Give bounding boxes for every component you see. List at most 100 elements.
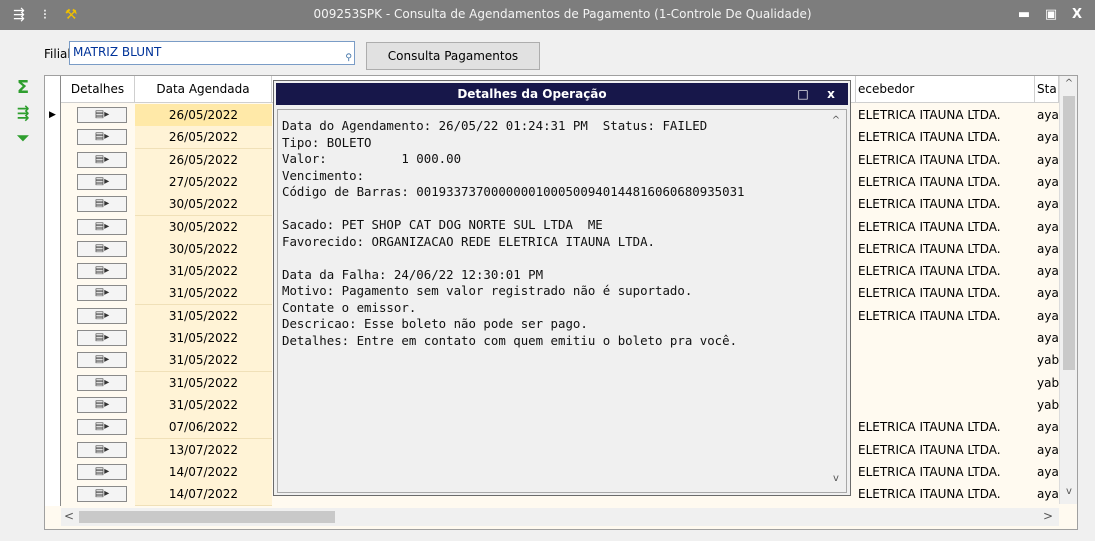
recebedor-cell[interactable]: ELETRICA ITAUNA LTDA. bbox=[856, 260, 1024, 283]
date-cell[interactable]: 30/05/2022 bbox=[135, 215, 272, 239]
header-detalhes[interactable]: Detalhes bbox=[61, 76, 135, 103]
vertical-scrollbar[interactable]: ^ v bbox=[1059, 76, 1077, 504]
detail-button[interactable]: ▤▸ bbox=[77, 463, 127, 480]
export-icon[interactable]: ⇶ bbox=[10, 6, 28, 24]
scroll-up-arrow[interactable]: ^ bbox=[1060, 78, 1077, 89]
date-cell[interactable]: 13/07/2022 bbox=[135, 438, 272, 462]
date-cell[interactable]: 26/05/2022 bbox=[135, 126, 272, 150]
date-cell[interactable]: 31/05/2022 bbox=[135, 349, 272, 373]
recebedor-cell[interactable] bbox=[856, 349, 1024, 372]
status-cell[interactable]: aya bbox=[1035, 461, 1059, 484]
detail-button[interactable]: ▤▸ bbox=[77, 396, 127, 413]
detail-button[interactable]: ▤▸ bbox=[77, 374, 127, 391]
recebedor-cell[interactable] bbox=[856, 372, 1024, 395]
recebedor-cell[interactable]: ELETRICA ITAUNA LTDA. bbox=[856, 171, 1024, 194]
detail-button[interactable]: ▤▸ bbox=[77, 441, 127, 458]
status-cell[interactable]: aya bbox=[1035, 216, 1059, 239]
dialog-scrollbar[interactable]: ^ v bbox=[827, 111, 845, 491]
status-cell[interactable]: aya bbox=[1035, 126, 1059, 149]
traffic-light-icon[interactable]: ⁝ bbox=[36, 6, 54, 24]
status-cell[interactable]: aya bbox=[1035, 149, 1059, 172]
recebedor-cell[interactable]: ELETRICA ITAUNA LTDA. bbox=[856, 282, 1024, 305]
recebedor-cell[interactable]: ELETRICA ITAUNA LTDA. bbox=[856, 216, 1024, 239]
header-status[interactable]: Sta bbox=[1035, 76, 1059, 103]
detail-button[interactable]: ▤▸ bbox=[77, 352, 127, 369]
status-cell[interactable]: aya bbox=[1035, 260, 1059, 283]
detail-button[interactable]: ▤▸ bbox=[77, 129, 127, 146]
status-cell[interactable]: aya bbox=[1035, 104, 1059, 127]
maximize-button[interactable]: ▣ bbox=[1040, 7, 1062, 23]
detail-button[interactable]: ▤▸ bbox=[77, 173, 127, 190]
date-cell[interactable]: 26/05/2022 bbox=[135, 104, 272, 127]
status-cell[interactable]: aya bbox=[1035, 439, 1059, 462]
recebedor-cell[interactable]: ELETRICA ITAUNA LTDA. bbox=[856, 126, 1024, 149]
recebedor-cell[interactable]: ELETRICA ITAUNA LTDA. bbox=[856, 149, 1024, 172]
date-cell[interactable]: 30/05/2022 bbox=[135, 193, 272, 217]
detail-button[interactable]: ▤▸ bbox=[77, 240, 127, 257]
status-cell[interactable]: aya bbox=[1035, 305, 1059, 328]
detail-button[interactable]: ▤▸ bbox=[77, 196, 127, 213]
status-cell[interactable]: yab bbox=[1035, 394, 1059, 417]
filter-down-icon[interactable]: ⏷ bbox=[12, 128, 34, 148]
recebedor-cell[interactable]: ELETRICA ITAUNA LTDA. bbox=[856, 461, 1024, 484]
detail-button[interactable]: ▤▸ bbox=[77, 218, 127, 235]
date-cell[interactable]: 31/05/2022 bbox=[135, 260, 272, 284]
recebedor-cell[interactable]: ELETRICA ITAUNA LTDA. bbox=[856, 483, 1024, 506]
status-cell[interactable]: aya bbox=[1035, 238, 1059, 261]
status-cell[interactable]: aya bbox=[1035, 171, 1059, 194]
date-cell[interactable]: 27/05/2022 bbox=[135, 170, 272, 194]
detail-button[interactable]: ▤▸ bbox=[77, 486, 127, 503]
detail-button[interactable]: ▤▸ bbox=[77, 330, 127, 346]
date-cell[interactable]: 31/05/2022 bbox=[135, 371, 272, 395]
date-cell[interactable]: 30/05/2022 bbox=[135, 237, 272, 261]
dialog-maximize-button[interactable]: □ bbox=[794, 86, 812, 102]
recebedor-cell[interactable]: ELETRICA ITAUNA LTDA. bbox=[856, 439, 1024, 462]
wrench-icon[interactable]: ⚒ bbox=[62, 6, 80, 24]
dialog-scroll-up[interactable]: ^ bbox=[827, 115, 845, 126]
detail-button[interactable]: ▤▸ bbox=[77, 307, 127, 324]
date-cell[interactable]: 14/07/2022 bbox=[135, 460, 272, 484]
detail-button[interactable]: ▤▸ bbox=[77, 285, 127, 302]
minimize-button[interactable]: ▬ bbox=[1013, 7, 1035, 23]
detail-button[interactable]: ▤▸ bbox=[77, 419, 127, 436]
status-cell[interactable]: yab bbox=[1035, 349, 1059, 372]
date-cell[interactable]: 31/05/2022 bbox=[135, 282, 272, 306]
consulta-pagamentos-button[interactable]: Consulta Pagamentos bbox=[366, 42, 540, 70]
horizontal-scrollbar[interactable]: < > bbox=[61, 508, 1059, 526]
status-cell[interactable]: aya bbox=[1035, 483, 1059, 506]
date-cell[interactable]: 31/05/2022 bbox=[135, 304, 272, 328]
status-cell[interactable]: aya bbox=[1035, 282, 1059, 305]
dialog-scroll-down[interactable]: v bbox=[827, 473, 845, 484]
vertical-scroll-thumb[interactable] bbox=[1063, 96, 1075, 370]
recebedor-cell[interactable]: ELETRICA ITAUNA LTDA. bbox=[856, 416, 1024, 439]
header-data-agendada[interactable]: Data Agendada bbox=[135, 76, 272, 103]
date-cell[interactable]: 31/05/2022 bbox=[135, 327, 272, 350]
close-button[interactable]: X bbox=[1066, 7, 1088, 23]
date-cell[interactable]: 14/07/2022 bbox=[135, 483, 272, 507]
header-recebedor[interactable]: ecebedor bbox=[856, 76, 1035, 103]
dialog-close-button[interactable]: x bbox=[822, 86, 840, 102]
search-icon[interactable]: ⚲ bbox=[345, 53, 352, 63]
status-cell[interactable]: yab bbox=[1035, 372, 1059, 395]
recebedor-cell[interactable]: ELETRICA ITAUNA LTDA. bbox=[856, 238, 1024, 261]
export-icon[interactable]: ⇶ bbox=[12, 103, 34, 123]
date-cell[interactable]: 07/06/2022 bbox=[135, 416, 272, 440]
scroll-right-arrow[interactable]: > bbox=[1043, 509, 1053, 523]
detail-button[interactable]: ▤▸ bbox=[77, 151, 127, 168]
scroll-down-arrow[interactable]: v bbox=[1060, 486, 1077, 497]
recebedor-cell[interactable] bbox=[856, 327, 1024, 350]
recebedor-cell[interactable]: ELETRICA ITAUNA LTDA. bbox=[856, 104, 1024, 127]
dialog-text-area[interactable]: Data do Agendamento: 26/05/22 01:24:31 P… bbox=[277, 109, 847, 493]
sigma-icon[interactable]: Σ bbox=[12, 78, 34, 98]
recebedor-cell[interactable] bbox=[856, 394, 1024, 417]
detail-button[interactable]: ▤▸ bbox=[77, 263, 127, 280]
horizontal-scroll-thumb[interactable] bbox=[79, 511, 335, 523]
detail-button[interactable]: ▤▸ bbox=[77, 107, 127, 123]
status-cell[interactable]: aya bbox=[1035, 327, 1059, 350]
date-cell[interactable]: 26/05/2022 bbox=[135, 148, 272, 172]
filial-input[interactable]: MATRIZ BLUNT ⚲ bbox=[69, 41, 355, 65]
recebedor-cell[interactable]: ELETRICA ITAUNA LTDA. bbox=[856, 193, 1024, 216]
recebedor-cell[interactable]: ELETRICA ITAUNA LTDA. bbox=[856, 305, 1024, 328]
status-cell[interactable]: aya bbox=[1035, 193, 1059, 216]
scroll-left-arrow[interactable]: < bbox=[64, 509, 74, 523]
